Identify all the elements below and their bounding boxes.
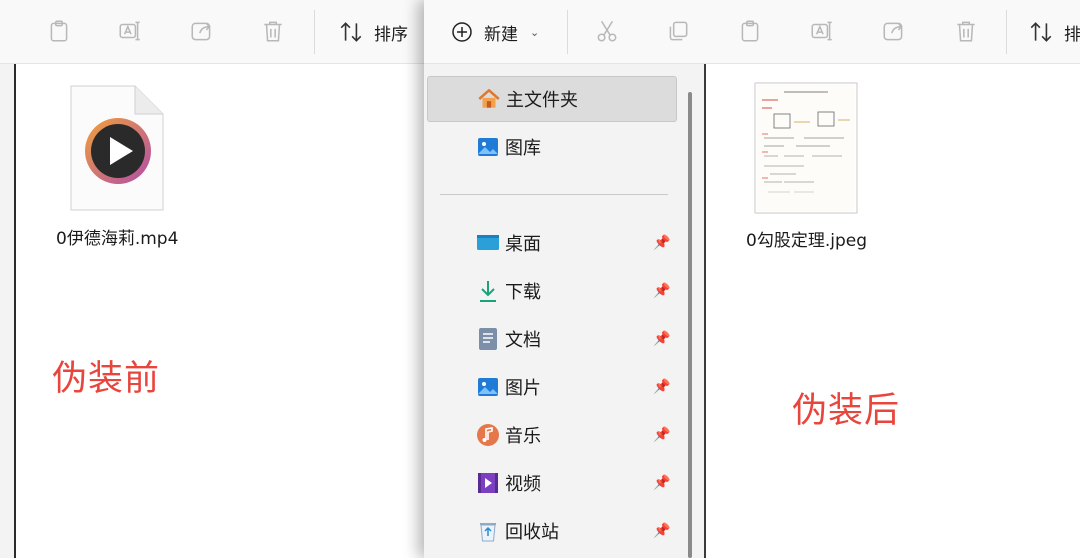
sort-label: 排序 bbox=[374, 24, 408, 45]
front-file-area: 0勾股定理.jpeg 伪装后 bbox=[704, 64, 1080, 558]
left-file-area: 0伊德海莉.mp4 伪装前 bbox=[14, 64, 434, 558]
annotation-before: 伪装前 bbox=[52, 359, 161, 399]
screenshot-root: 排序 0伊德海莉.mp4 伪装前 新建 ⌄ 排 主文件夹 图库 桌面 📌 下载 … bbox=[0, 0, 1080, 558]
front-explorer-window: 新建 ⌄ 排 主文件夹 图库 桌面 📌 下载 📌 文档 📌 图片 📌 音乐 📌 … bbox=[424, 0, 1080, 558]
pin-icon[interactable]: 📌 bbox=[653, 475, 670, 491]
desktop-icon bbox=[475, 230, 501, 256]
nav-item-label: 下载 bbox=[505, 282, 541, 303]
paste-icon bbox=[741, 20, 759, 42]
file-tile-image[interactable]: 0勾股定理.jpeg bbox=[746, 82, 867, 251]
nav-item-home[interactable]: 主文件夹 bbox=[427, 76, 677, 122]
image-thumbnail bbox=[754, 82, 858, 214]
paste-icon bbox=[50, 20, 68, 42]
share-icon bbox=[883, 22, 903, 41]
nav-item-recycle-bin[interactable]: 回收站 📌 bbox=[427, 508, 677, 554]
nav-item-label: 音乐 bbox=[505, 426, 541, 447]
sort-icon bbox=[1030, 22, 1052, 42]
music-icon bbox=[475, 422, 501, 448]
share-button[interactable] bbox=[877, 14, 911, 48]
nav-item-label: 文档 bbox=[505, 330, 541, 351]
rename-button[interactable] bbox=[805, 14, 839, 48]
navigation-pane: 主文件夹 图库 桌面 📌 下载 📌 文档 📌 图片 📌 音乐 📌 视频 📌 回收… bbox=[424, 64, 704, 558]
toolbar-separator bbox=[1006, 10, 1007, 54]
pin-icon[interactable]: 📌 bbox=[653, 283, 670, 299]
annotation-after: 伪装后 bbox=[792, 391, 901, 431]
videos-icon bbox=[475, 470, 501, 496]
cut-button[interactable] bbox=[590, 14, 624, 48]
nav-item-downloads[interactable]: 下载 📌 bbox=[427, 268, 677, 314]
toolbar-separator bbox=[567, 10, 568, 54]
copy-button[interactable] bbox=[661, 14, 695, 48]
pin-icon[interactable]: 📌 bbox=[653, 331, 670, 347]
pin-icon[interactable]: 📌 bbox=[653, 235, 670, 251]
rename-icon bbox=[811, 21, 832, 41]
pin-icon[interactable]: 📌 bbox=[653, 427, 670, 443]
toolbar-separator bbox=[314, 10, 315, 54]
recycle-bin-icon bbox=[475, 518, 501, 544]
sort-label: 排 bbox=[1064, 24, 1080, 45]
nav-item-pictures[interactable]: 图片 📌 bbox=[427, 364, 677, 410]
new-label: 新建 bbox=[484, 24, 518, 45]
nav-item-label: 图片 bbox=[505, 378, 541, 399]
delete-button[interactable] bbox=[949, 14, 983, 48]
nav-item-label: 回收站 bbox=[505, 522, 559, 543]
nav-item-gallery[interactable]: 图库 bbox=[427, 124, 677, 170]
rename-icon bbox=[119, 21, 140, 41]
delete-button[interactable] bbox=[256, 14, 290, 48]
video-file-icon bbox=[70, 85, 164, 211]
pin-icon[interactable]: 📌 bbox=[653, 523, 670, 539]
new-button[interactable]: 新建 ⌄ bbox=[450, 14, 539, 50]
file-tile-video[interactable]: 0伊德海莉.mp4 bbox=[56, 84, 178, 249]
documents-icon bbox=[475, 326, 501, 352]
sort-button[interactable]: 排序 bbox=[338, 14, 408, 50]
gallery-icon bbox=[475, 134, 501, 160]
nav-item-videos[interactable]: 视频 📌 bbox=[427, 460, 677, 506]
front-toolbar: 新建 ⌄ 排 bbox=[424, 0, 1080, 64]
nav-item-documents[interactable]: 文档 📌 bbox=[427, 316, 677, 362]
paste-button[interactable] bbox=[733, 14, 767, 48]
nav-scrollbar[interactable] bbox=[688, 92, 692, 558]
nav-item-music[interactable]: 音乐 📌 bbox=[427, 412, 677, 458]
sort-button[interactable]: 排 bbox=[1028, 14, 1080, 50]
nav-item-label: 桌面 bbox=[505, 234, 541, 255]
nav-item-label: 视频 bbox=[505, 474, 541, 495]
cut-icon bbox=[597, 20, 617, 42]
share-icon bbox=[191, 22, 211, 41]
paste-button[interactable] bbox=[42, 14, 76, 48]
add-icon bbox=[452, 22, 472, 42]
chevron-down-icon: ⌄ bbox=[530, 25, 540, 39]
home-icon bbox=[476, 86, 502, 112]
download-icon bbox=[475, 278, 501, 304]
rename-button[interactable] bbox=[113, 14, 147, 48]
copy-icon bbox=[669, 21, 688, 41]
file-name: 0勾股定理.jpeg bbox=[746, 231, 867, 251]
sort-icon bbox=[340, 22, 362, 42]
delete-icon bbox=[957, 21, 975, 42]
nav-divider bbox=[440, 194, 668, 195]
pictures-icon bbox=[475, 374, 501, 400]
nav-item-label: 图库 bbox=[505, 138, 541, 159]
left-toolbar: 排序 bbox=[0, 0, 430, 64]
left-explorer-window: 排序 0伊德海莉.mp4 伪装前 bbox=[0, 0, 434, 558]
nav-item-label: 主文件夹 bbox=[506, 90, 578, 111]
delete-icon bbox=[264, 21, 282, 42]
nav-item-desktop[interactable]: 桌面 📌 bbox=[427, 220, 677, 266]
file-name: 0伊德海莉.mp4 bbox=[56, 229, 179, 249]
share-button[interactable] bbox=[185, 14, 219, 48]
pin-icon[interactable]: 📌 bbox=[653, 379, 670, 395]
